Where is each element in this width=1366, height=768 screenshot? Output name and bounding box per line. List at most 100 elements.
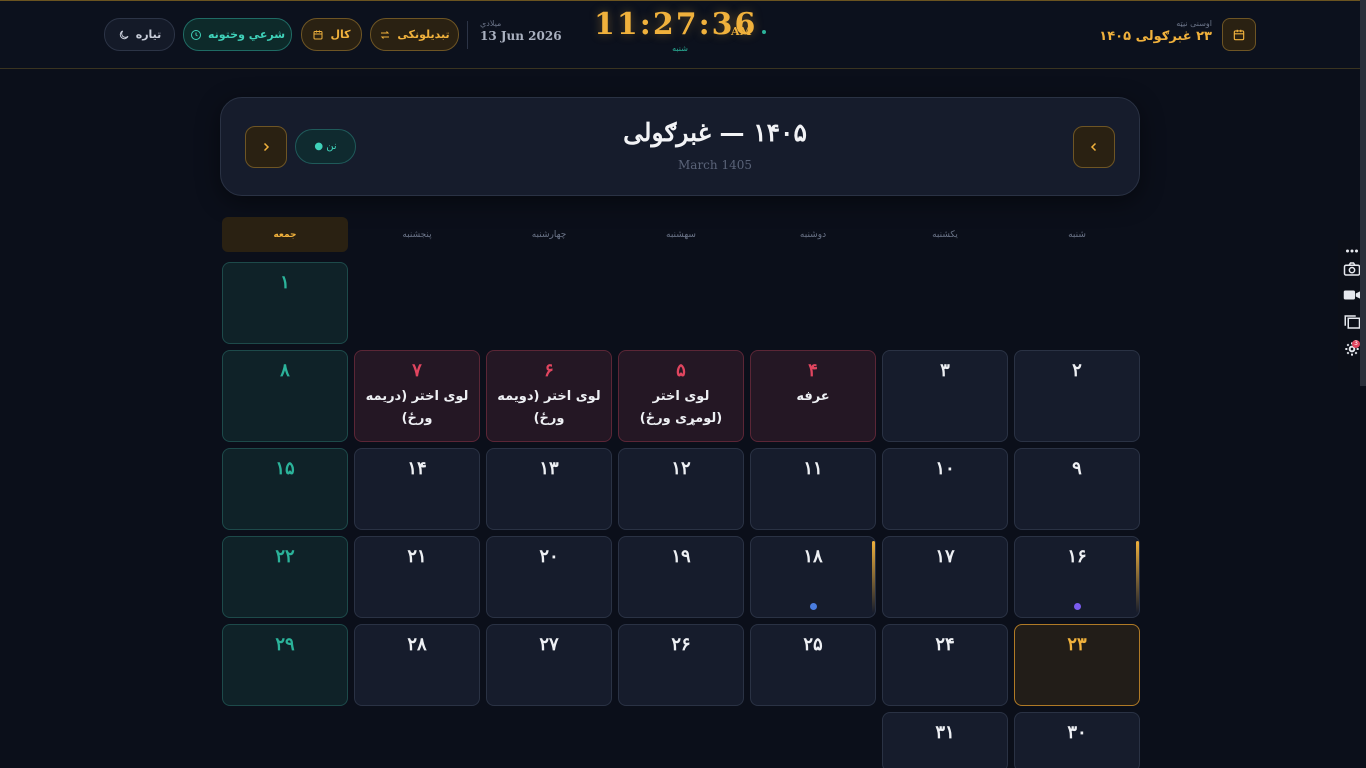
- day-number: ۲۲: [275, 546, 295, 567]
- day-number: ۷: [412, 360, 422, 381]
- day-cell-today[interactable]: ۲۳: [1014, 624, 1140, 706]
- event-dot: [810, 603, 817, 610]
- day-number: ۳۰: [1067, 722, 1087, 743]
- day-event-label: لوی اختر (دویمه ورځ): [497, 389, 601, 426]
- day-number: ۲: [1072, 360, 1082, 381]
- day-cell[interactable]: ۱۲: [618, 448, 744, 530]
- gregorian-label: میلادي: [480, 19, 502, 28]
- day-number: ۱۷: [935, 546, 955, 567]
- theme-toggle-button[interactable]: تیاره: [104, 18, 175, 51]
- day-cell[interactable]: ۳: [882, 350, 1008, 442]
- day-cell[interactable]: ۲۵: [750, 624, 876, 706]
- day-number: ۱۸: [803, 546, 823, 567]
- year-view-label: کال: [330, 28, 351, 41]
- day-number: ۵: [676, 360, 686, 381]
- day-event-label: لوی اختر (لومړی ورځ): [639, 389, 723, 426]
- day-cell[interactable]: ۲۱: [354, 536, 480, 618]
- day-cell[interactable]: ۲۰: [486, 536, 612, 618]
- day-cell[interactable]: ۶ لوی اختر (دویمه ورځ): [486, 350, 612, 442]
- camera-icon[interactable]: [1342, 260, 1362, 278]
- previous-month-button[interactable]: [1073, 126, 1115, 168]
- weekday-header-5: چهارشنبه: [531, 229, 567, 240]
- day-cell[interactable]: ۱۳: [486, 448, 612, 530]
- gregorian-date: 13 Jun 2026: [480, 29, 562, 43]
- day-cell[interactable]: ۴ عرفه: [750, 350, 876, 442]
- copy-icon[interactable]: [1342, 313, 1362, 331]
- weekday-header-7: جمعه: [222, 217, 348, 252]
- clock-ampm: AM: [731, 25, 752, 38]
- header-divider: [467, 21, 468, 49]
- current-weekday: شنبه: [672, 44, 688, 53]
- day-cell[interactable]: ۲۸: [354, 624, 480, 706]
- weekday-header-3: دوشنبه: [799, 229, 827, 240]
- solar-date-block: اوسنی نیټه ۲۳ غبرګولی ۱۴۰۵: [1099, 19, 1212, 44]
- more-icon[interactable]: [1342, 242, 1362, 260]
- day-number: ۲۱: [407, 546, 427, 567]
- month-header-card: نن ● ۱۴۰۵ — غبرګولی March 1405: [220, 97, 1140, 196]
- swap-icon: [381, 30, 390, 39]
- day-cell[interactable]: ۱: [222, 262, 348, 344]
- day-number: ۳۱: [935, 722, 955, 743]
- day-number: ۲۵: [803, 634, 823, 655]
- clock-status-dot: [762, 30, 766, 34]
- day-cell[interactable]: ۲۶: [618, 624, 744, 706]
- day-cell[interactable]: ۷ لوی اختر (دریمه ورځ): [354, 350, 480, 442]
- day-number: ۱۴: [407, 458, 427, 479]
- day-number: ۳: [940, 360, 950, 381]
- day-cell[interactable]: ۲۷: [486, 624, 612, 706]
- event-stripe: [1136, 541, 1139, 613]
- day-cell[interactable]: ۱۸: [750, 536, 876, 618]
- day-number: ۲۴: [935, 634, 955, 655]
- month-subtitle: March 1405: [678, 158, 752, 172]
- gregorian-date-block: میلادي 13 Jun 2026: [480, 19, 562, 43]
- day-cell[interactable]: ۳۱: [882, 712, 1008, 768]
- day-number: ۲۸: [407, 634, 427, 655]
- day-cell[interactable]: ۸: [222, 350, 348, 442]
- date-converter-button[interactable]: تبدیلونکی: [370, 18, 459, 51]
- year-view-button[interactable]: کال: [301, 18, 362, 51]
- solar-date: ۲۳ غبرګولی ۱۴۰۵: [1099, 29, 1212, 44]
- day-number: ۴: [808, 360, 818, 381]
- day-number: ۱۲: [671, 458, 691, 479]
- solar-date-label: اوسنی نیټه: [1176, 19, 1212, 28]
- today-calendar-button[interactable]: [1222, 18, 1256, 51]
- day-cell[interactable]: ۵ لوی اختر (لومړی ورځ): [618, 350, 744, 442]
- day-cell[interactable]: ۱۱: [750, 448, 876, 530]
- top-bar: تیاره شرعي وختونه کال تبدیلونکی میلادي 1…: [0, 0, 1366, 69]
- weekday-header-4: سهشنبه: [666, 229, 696, 240]
- day-number: ۲۰: [539, 546, 559, 567]
- day-event-label: لوی اختر (دریمه ورځ): [365, 389, 469, 426]
- day-cell[interactable]: ۲۴: [882, 624, 1008, 706]
- settings-badge: 3: [1352, 340, 1360, 348]
- day-number: ۱۶: [1067, 546, 1087, 567]
- event-stripe: [872, 541, 875, 613]
- day-cell[interactable]: ۱۷: [882, 536, 1008, 618]
- day-cell[interactable]: ۱۹: [618, 536, 744, 618]
- weekday-header-1: شنبه: [1068, 229, 1086, 240]
- video-icon[interactable]: [1342, 286, 1362, 304]
- prayer-times-button[interactable]: شرعي وختونه: [183, 18, 292, 51]
- day-cell[interactable]: ۱۶: [1014, 536, 1140, 618]
- moon-icon: [119, 30, 129, 39]
- day-cell[interactable]: ۲۲: [222, 536, 348, 618]
- day-cell[interactable]: ۱۵: [222, 448, 348, 530]
- day-number: ۱۳: [539, 458, 559, 479]
- day-cell[interactable]: ۳۰: [1014, 712, 1140, 768]
- day-number: ۲۶: [671, 634, 691, 655]
- weekday-header-2: یکشنبه: [932, 229, 958, 240]
- day-cell[interactable]: ۱۴: [354, 448, 480, 530]
- day-cell[interactable]: ۱۰: [882, 448, 1008, 530]
- day-number: ۶: [544, 360, 554, 381]
- chevron-left-icon: [1090, 142, 1097, 152]
- weekday-header-6: پنجشنبه: [402, 229, 432, 240]
- day-number: ۱۰: [935, 458, 955, 479]
- month-title: ۱۴۰۵ — غبرګولی: [623, 118, 807, 147]
- day-cell[interactable]: ۲: [1014, 350, 1140, 442]
- scrollbar[interactable]: [1360, 0, 1366, 386]
- day-number: ۲۳: [1067, 634, 1087, 655]
- day-number: ۹: [1072, 458, 1082, 479]
- clock-icon: [190, 29, 201, 40]
- day-cell[interactable]: ۲۹: [222, 624, 348, 706]
- day-cell[interactable]: ۹: [1014, 448, 1140, 530]
- day-number: ۱۱: [803, 458, 823, 479]
